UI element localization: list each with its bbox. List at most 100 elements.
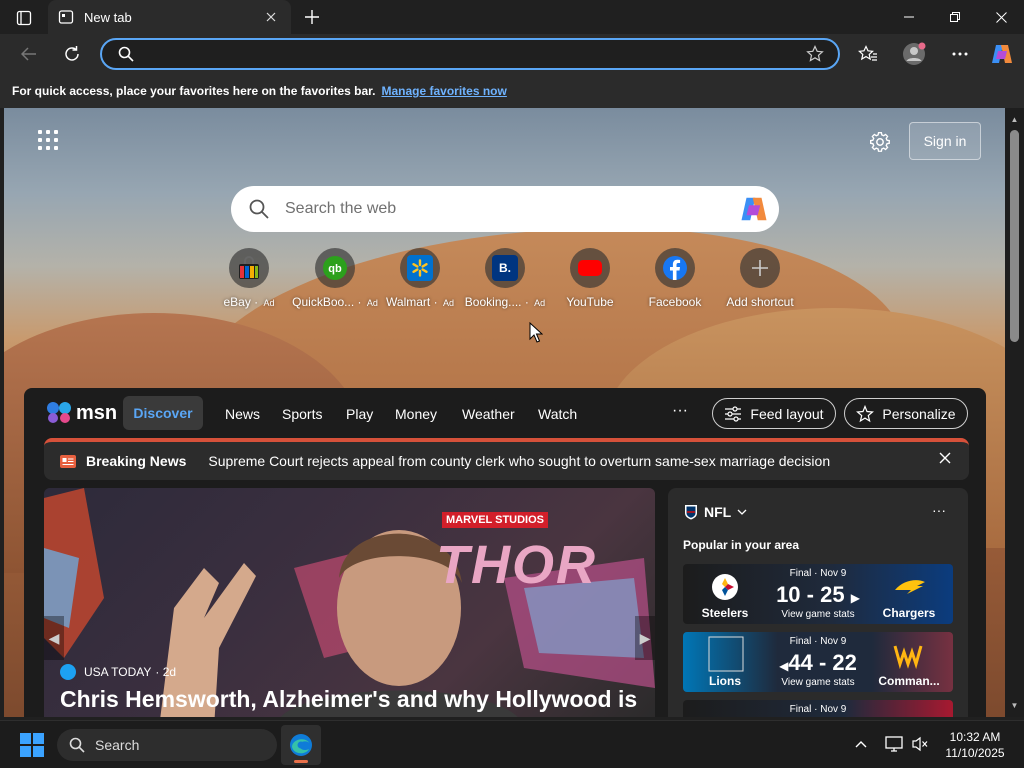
- booking-b-icon: B.: [492, 255, 518, 281]
- tab-news[interactable]: News: [225, 406, 260, 422]
- tab-close-button[interactable]: [261, 7, 281, 27]
- source-name: USA TODAY: [84, 665, 152, 679]
- settings-and-more-button[interactable]: [945, 40, 975, 68]
- taskbar-search[interactable]: Search: [57, 729, 277, 761]
- tab-discover[interactable]: Discover: [123, 396, 203, 430]
- manage-favorites-link[interactable]: Manage favorites now: [381, 84, 506, 98]
- favorites-hint-text: For quick access, place your favorites h…: [12, 84, 376, 98]
- breaking-news-headline[interactable]: Supreme Court rejects appeal from county…: [208, 453, 830, 469]
- page-scrollbar[interactable]: ▲ ▼: [1005, 108, 1024, 717]
- avatar-icon: [903, 42, 926, 65]
- star-icon[interactable]: [806, 45, 824, 63]
- profile-button[interactable]: [899, 40, 929, 68]
- chevron-up-icon[interactable]: [855, 740, 867, 748]
- shortcut-label: Add shortcut: [726, 295, 794, 309]
- favorites-icon: [858, 45, 877, 61]
- close-window-button[interactable]: [978, 0, 1024, 34]
- feed-layout-button[interactable]: Feed layout: [712, 398, 836, 429]
- start-button[interactable]: [20, 733, 44, 757]
- plus-icon: [752, 260, 768, 276]
- breaking-news-title: Breaking News: [86, 453, 187, 469]
- tab-money[interactable]: Money: [395, 406, 437, 422]
- game-score-row[interactable]: Final · Nov 9: [683, 700, 953, 717]
- sign-in-button[interactable]: Sign in: [909, 122, 981, 160]
- msn-logo[interactable]: msn: [46, 398, 117, 428]
- browser-toolbar: [0, 34, 1024, 74]
- favorites-button[interactable]: [853, 40, 883, 68]
- tab-new-tab[interactable]: New tab: [48, 0, 291, 34]
- popular-in-area-label: Popular in your area: [683, 538, 800, 552]
- shortcut-icon-circle: [655, 248, 695, 288]
- shortcut-label: Walmart · Ad: [386, 295, 454, 309]
- volume-muted-icon[interactable]: [911, 736, 929, 752]
- personalize-label: Personalize: [882, 405, 956, 422]
- tab-actions-button[interactable]: [12, 7, 36, 29]
- hero-image-art: [44, 488, 655, 717]
- personalize-button[interactable]: Personalize: [844, 398, 968, 429]
- msn-logo-text: msn: [76, 401, 118, 424]
- web-search-input[interactable]: [285, 198, 715, 220]
- league-name: NFL: [704, 504, 732, 520]
- shortcut-quickbooks[interactable]: qb QuickBoo... · Ad: [291, 248, 379, 309]
- search-icon: [249, 199, 269, 219]
- breaking-news-banner[interactable]: Breaking News Supreme Court rejects appe…: [44, 438, 969, 480]
- new-tab-button[interactable]: [300, 5, 324, 29]
- copilot-icon[interactable]: [739, 195, 769, 223]
- back-button[interactable]: [14, 40, 44, 68]
- article-age: · 2d: [155, 665, 177, 679]
- scroll-up-arrow[interactable]: ▲: [1009, 114, 1020, 124]
- address-input[interactable]: [142, 44, 782, 64]
- taskbar: Search 10:32 AM 11/10/2025: [0, 720, 1024, 768]
- game-score-row[interactable]: Final · Nov 9 10 - 25 ▶ View game stats …: [683, 564, 953, 624]
- clock-time: 10:32 AM: [949, 730, 1001, 744]
- nfl-shield-icon: [685, 505, 697, 520]
- gear-icon: [870, 132, 890, 152]
- hero-article-card[interactable]: MARVEL STUDIOS THOR ◀ ▶ USA TODAY · 2d C…: [44, 488, 655, 717]
- plus-icon: [305, 10, 319, 24]
- add-shortcut-button[interactable]: Add shortcut: [716, 248, 804, 309]
- active-app-indicator: [294, 760, 308, 763]
- more-tabs-button[interactable]: ···: [672, 402, 688, 420]
- tab-weather[interactable]: Weather: [462, 406, 515, 422]
- tab-actions-icon: [16, 10, 32, 26]
- article-headline[interactable]: Chris Hemsworth, Alzheimer's and why Hol…: [60, 686, 637, 713]
- restore-button[interactable]: [932, 0, 978, 34]
- newspaper-icon: [60, 454, 76, 468]
- article-source[interactable]: USA TODAY · 2d: [60, 664, 176, 680]
- league-selector[interactable]: NFL: [684, 504, 747, 520]
- tab-sports[interactable]: Sports: [282, 406, 322, 422]
- sports-more-button[interactable]: ···: [932, 502, 946, 518]
- copilot-button[interactable]: [987, 40, 1017, 68]
- address-bar[interactable]: [100, 38, 840, 70]
- shortcut-label: YouTube: [566, 295, 614, 309]
- system-clock[interactable]: 10:32 AM 11/10/2025: [940, 729, 1010, 761]
- restore-icon: [950, 12, 960, 22]
- youtube-icon: [578, 260, 602, 276]
- shortcut-ebay[interactable]: eBay · Ad: [205, 248, 293, 309]
- game-score-row[interactable]: Final · Nov 9 ◀44 - 22 View game stats L…: [683, 632, 953, 692]
- tab-play[interactable]: Play: [346, 406, 373, 422]
- carousel-prev-button[interactable]: ◀: [44, 616, 64, 660]
- carousel-next-button[interactable]: ▶: [635, 616, 655, 660]
- shortcut-walmart[interactable]: Walmart · Ad: [376, 248, 464, 309]
- scrollbar-thumb[interactable]: [1010, 130, 1019, 342]
- shortcut-facebook[interactable]: Facebook: [631, 248, 719, 309]
- scroll-down-arrow[interactable]: ▼: [1009, 700, 1020, 710]
- refresh-button[interactable]: [57, 40, 87, 68]
- sports-scores-card: NFL ··· Popular in your area Final · Nov…: [668, 488, 968, 717]
- network-icon[interactable]: [885, 736, 903, 752]
- arrow-left-icon: [21, 47, 36, 61]
- page-settings-button[interactable]: [868, 130, 892, 154]
- sparkle-star-icon: [856, 404, 875, 422]
- shortcut-icon-circle: qb: [315, 248, 355, 288]
- taskbar-edge-button[interactable]: [281, 725, 321, 765]
- mouse-cursor-icon: [529, 322, 543, 343]
- shortcut-booking[interactable]: B. Booking.... · Ad: [461, 248, 549, 309]
- usa-today-logo-icon: [60, 664, 76, 680]
- shortcut-youtube[interactable]: YouTube: [546, 248, 634, 309]
- tab-watch[interactable]: Watch: [538, 406, 577, 422]
- apps-launcher-button[interactable]: [38, 130, 58, 150]
- close-icon[interactable]: [939, 452, 951, 464]
- minimize-button[interactable]: [886, 0, 932, 34]
- web-search-box[interactable]: [231, 186, 779, 232]
